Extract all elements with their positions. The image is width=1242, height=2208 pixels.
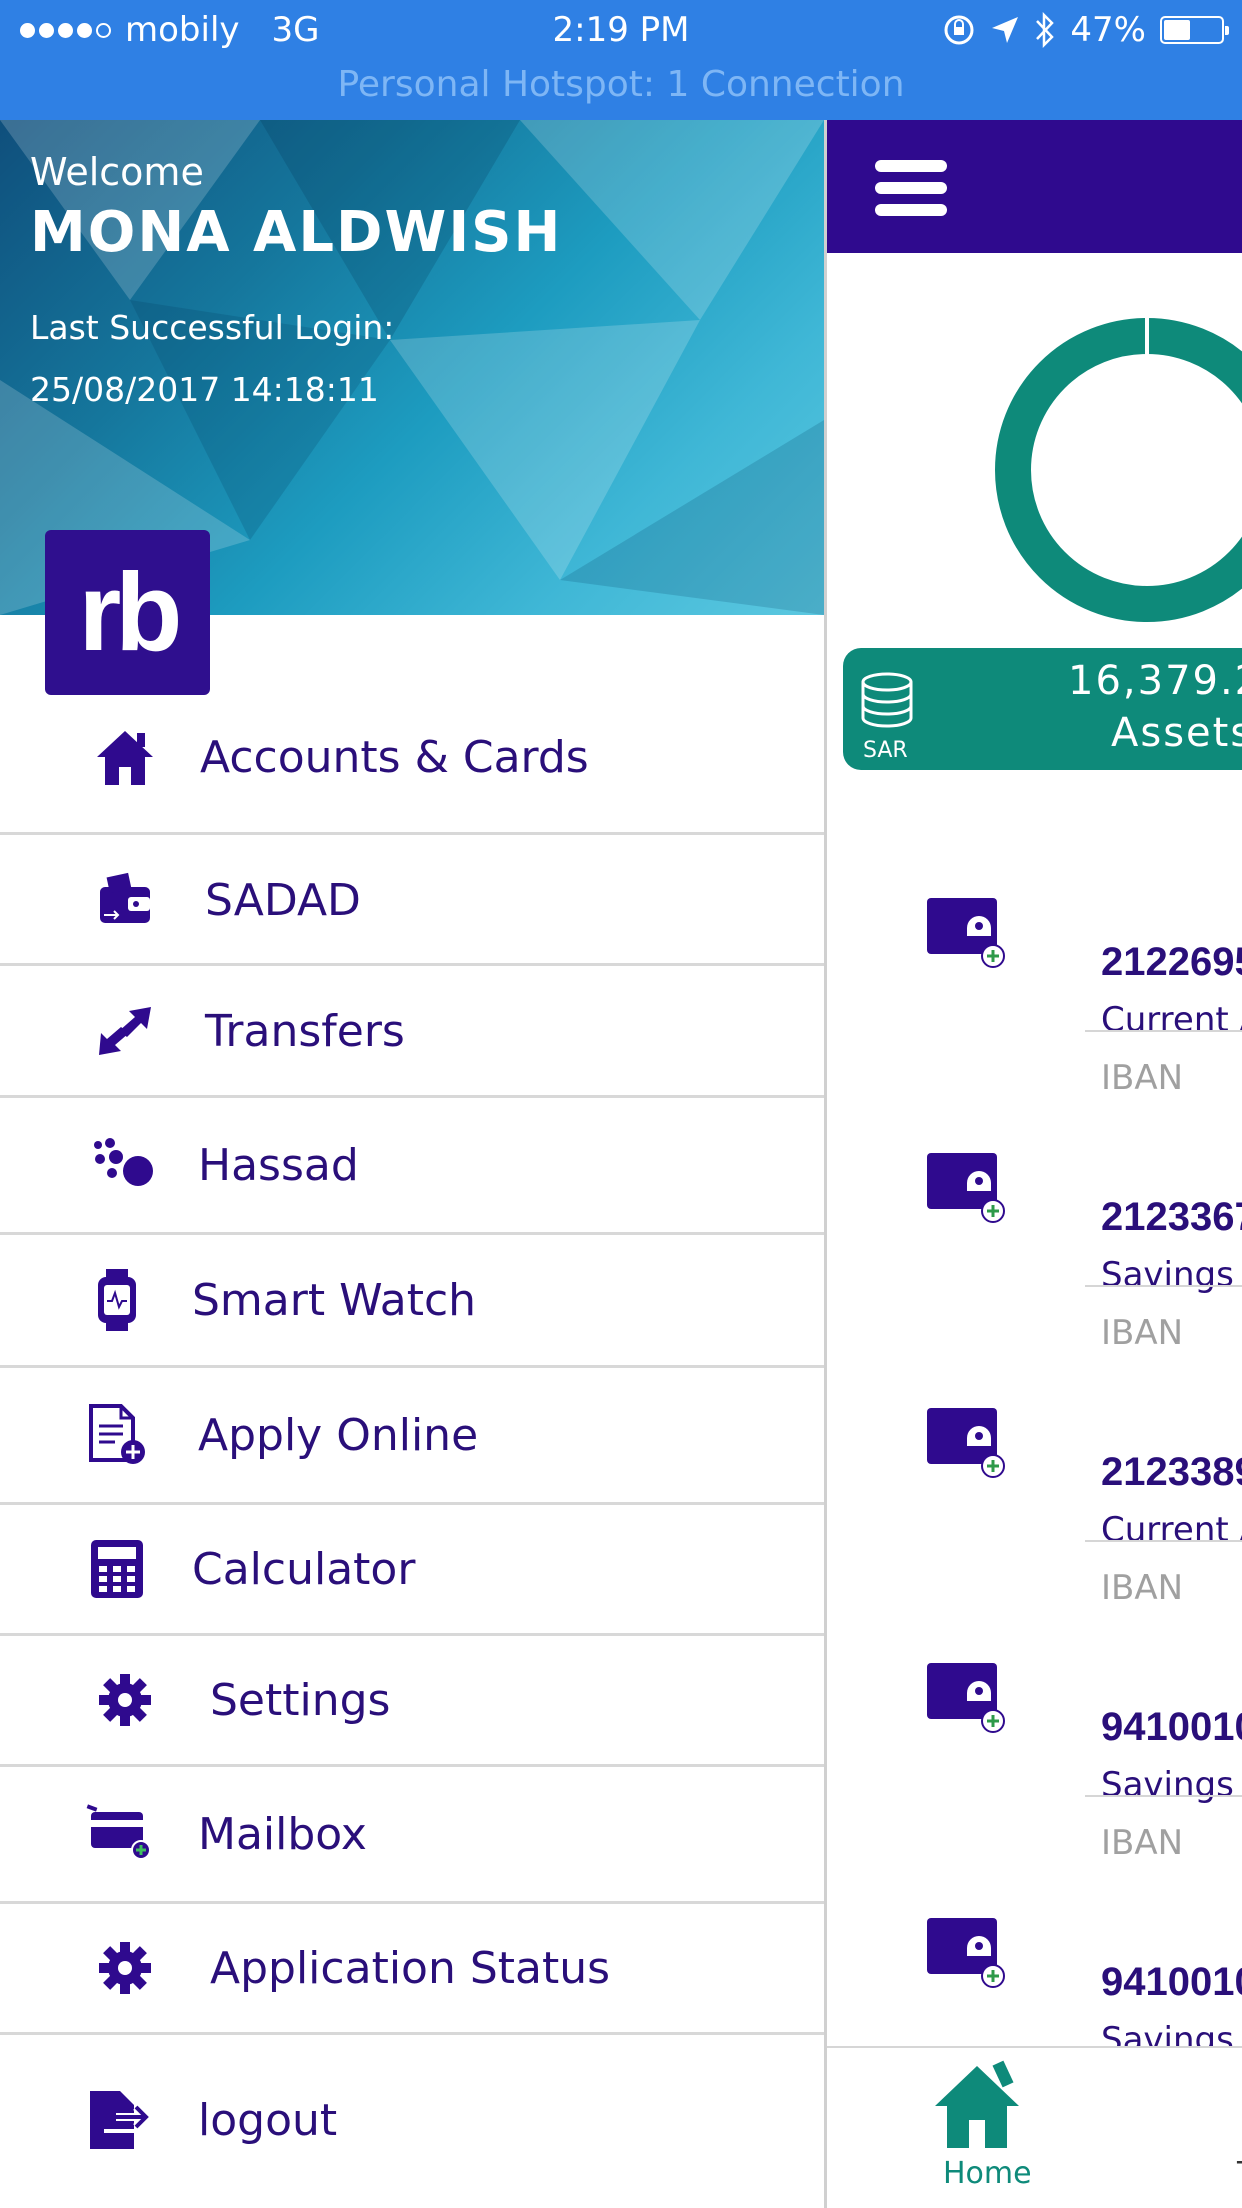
menu-item-hassad[interactable]: Hassad — [0, 1098, 824, 1232]
account-divider — [1085, 1540, 1242, 1542]
bottom-tab-bar: Home T — [827, 2046, 1242, 2208]
sadad-wallet-icon — [90, 865, 160, 935]
menu-label: Accounts & Cards — [200, 731, 589, 783]
currency-label: SAR — [863, 738, 908, 763]
mailbox-card-icon — [84, 1799, 154, 1869]
hassad-dots-icon — [90, 1130, 160, 1200]
hotspot-banner[interactable]: Personal Hotspot: 1 Connection — [0, 64, 1242, 105]
account-type: Savings — [1101, 1765, 1234, 1805]
account-type: Current A — [1101, 1000, 1242, 1040]
gear-icon — [90, 1665, 160, 1735]
location-arrow-icon — [992, 17, 1019, 43]
transfer-arrows-icon — [90, 996, 160, 1066]
account-divider — [1085, 1795, 1242, 1797]
battery-percent: 47% — [1070, 10, 1146, 50]
battery-icon — [1160, 16, 1229, 44]
status-bar: mobily 3G 2:19 PM 47% Personal Hotspot: … — [0, 0, 1242, 120]
menu-label: Mailbox — [198, 1808, 367, 1860]
account-number: 2122695 — [1101, 940, 1242, 984]
smartwatch-icon — [82, 1265, 152, 1335]
account-divider — [1085, 1030, 1242, 1032]
gear-icon — [90, 1933, 160, 2003]
menu-label: Apply Online — [198, 1409, 479, 1461]
rotation-lock-icon — [944, 15, 974, 45]
assets-summary[interactable]: SAR 16,379.2 Assets — [843, 648, 1242, 770]
menu-label: Smart Watch — [192, 1274, 477, 1326]
menu-item-logout[interactable]: logout — [0, 2035, 824, 2205]
bluetooth-icon — [1036, 12, 1055, 48]
account-row[interactable]: 2123367 Savings IBAN — [827, 1065, 1242, 1353]
menu-item-application-status[interactable]: Application Status — [0, 1904, 824, 2032]
menu-label: Settings — [210, 1674, 391, 1726]
menu-item-settings[interactable]: Settings — [0, 1636, 824, 1764]
account-divider — [1085, 1285, 1242, 1287]
menu-item-sadad[interactable]: SADAD — [0, 835, 824, 965]
menu-label: SADAD — [205, 874, 361, 926]
assets-donut-chart — [995, 318, 1242, 622]
add-wallet-icon — [927, 1408, 1005, 1478]
account-number: 9410010 — [1101, 1705, 1242, 1749]
add-wallet-icon — [927, 1153, 1005, 1223]
menu-label: Transfers — [205, 1005, 405, 1057]
account-row[interactable]: 2123389 Current A IBAN — [827, 1320, 1242, 1608]
add-wallet-icon — [927, 898, 1005, 968]
menu-item-apply-online[interactable]: Apply Online — [0, 1368, 824, 1502]
account-number: 2123389 — [1101, 1450, 1242, 1494]
hamburger-menu-icon[interactable] — [875, 160, 947, 216]
account-number: 9410010 — [1101, 1960, 1242, 2004]
menu-label: Hassad — [198, 1139, 359, 1191]
user-name: MONA ALDWISH — [30, 200, 563, 265]
home-icon — [90, 722, 160, 792]
account-type: Savings — [1101, 1255, 1234, 1295]
welcome-label: Welcome — [30, 150, 204, 194]
logout-icon — [84, 2085, 154, 2155]
menu-item-mailbox[interactable]: Mailbox — [0, 1767, 824, 1901]
account-number: 2123367 — [1101, 1195, 1242, 1239]
bank-logo: rb — [45, 530, 210, 695]
side-drawer: Welcome MONA ALDWISH Last Successful Log… — [0, 120, 824, 2208]
menu-item-smart-watch[interactable]: Smart Watch — [0, 1235, 824, 1365]
assets-label: Assets — [1111, 710, 1242, 756]
add-wallet-icon — [927, 1663, 1005, 1733]
calculator-icon — [82, 1534, 152, 1604]
last-login-label: Last Successful Login: — [30, 308, 395, 347]
menu-label: Calculator — [192, 1543, 416, 1595]
account-row[interactable]: 2122695 Current A IBAN — [827, 810, 1242, 1098]
app-top-bar — [827, 120, 1242, 253]
tab-home-label: Home — [943, 2156, 1032, 2191]
menu-item-transfers[interactable]: Transfers — [0, 966, 824, 1096]
tab-next-label[interactable]: T — [1237, 2156, 1242, 2191]
apply-document-icon — [82, 1400, 152, 1470]
add-wallet-icon — [927, 1918, 1005, 1988]
menu-item-calculator[interactable]: Calculator — [0, 1505, 824, 1633]
home-icon — [935, 2060, 1019, 2148]
account-row[interactable]: 9410010 Savings IBAN — [827, 1575, 1242, 1863]
menu-label: Application Status — [210, 1942, 611, 1994]
last-login-date: 25/08/2017 14:18:11 — [30, 370, 379, 409]
account-type: Current A — [1101, 1510, 1242, 1550]
assets-value: 16,379.2 — [1068, 658, 1242, 704]
menu-item-accounts-cards[interactable]: Accounts & Cards — [0, 702, 824, 812]
menu-label: logout — [198, 2094, 338, 2146]
main-panel: SAR 16,379.2 Assets 2122695 Current A IB… — [824, 120, 1242, 2208]
